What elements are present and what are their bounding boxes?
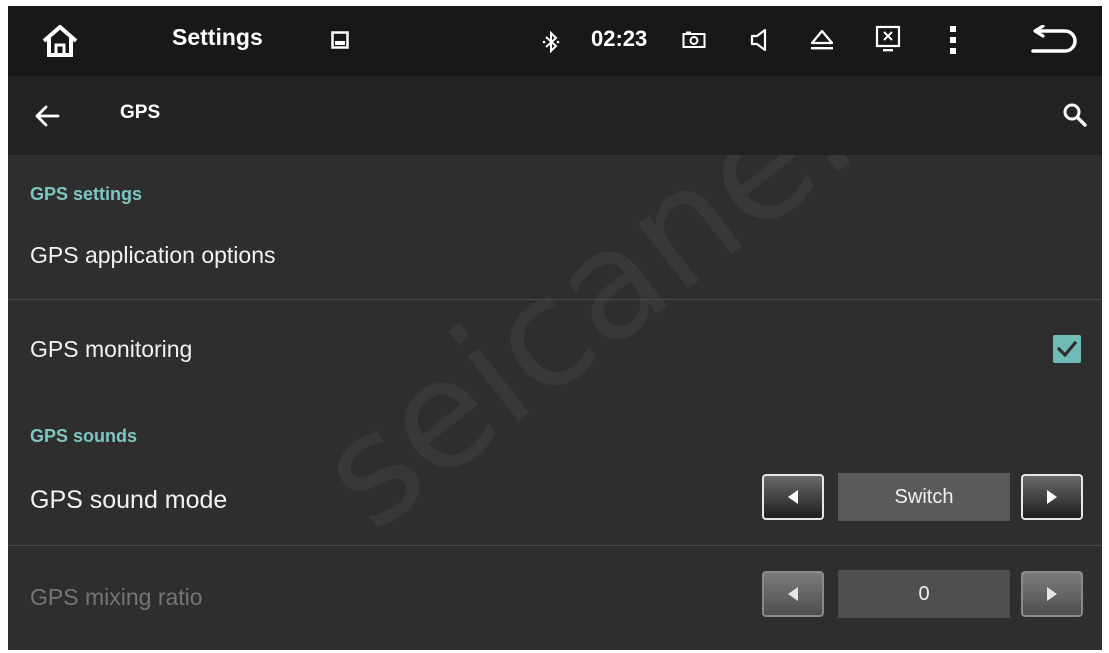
gps-monitoring-checkbox[interactable] (1053, 335, 1081, 363)
check-icon (1057, 341, 1077, 357)
more-vert-icon[interactable] (946, 24, 960, 56)
clock: 02:23 (591, 26, 648, 51)
sound-mode-next-button[interactable] (1021, 474, 1083, 520)
gps-monitoring-label[interactable]: GPS monitoring (30, 336, 192, 363)
search-icon[interactable] (1060, 100, 1090, 130)
triangle-right-icon (1047, 490, 1057, 504)
mixing-ratio-next-button[interactable] (1021, 571, 1083, 617)
section-header-gps-sounds: GPS sounds (30, 426, 138, 446)
back-return-icon[interactable] (1028, 24, 1080, 58)
back-arrow-icon[interactable] (32, 102, 62, 130)
gps-application-options-item[interactable]: GPS application options (30, 242, 276, 269)
eject-icon[interactable] (807, 26, 837, 54)
divider (8, 545, 1102, 546)
page-title: GPS (120, 102, 161, 123)
home-icon[interactable] (38, 20, 82, 62)
section-header-gps-settings: GPS settings (30, 184, 143, 204)
screen: seicane.com Settings 02:23 GPS GPS setti… (8, 6, 1102, 650)
sound-mode-value: Switch (838, 473, 1010, 521)
camera-icon[interactable] (682, 30, 706, 50)
triangle-left-icon (788, 587, 798, 601)
status-bar: Settings 02:23 (8, 6, 1102, 76)
sound-mode-prev-button[interactable] (762, 474, 824, 520)
triangle-left-icon (788, 490, 798, 504)
bluetooth-icon (540, 30, 562, 54)
gallery-icon (330, 30, 350, 50)
gps-sound-mode-label: GPS sound mode (30, 486, 228, 514)
gps-mixing-ratio-label: GPS mixing ratio (30, 584, 203, 610)
divider (8, 299, 1102, 300)
close-window-icon[interactable] (874, 24, 902, 54)
volume-icon[interactable] (747, 26, 773, 54)
mixing-ratio-prev-button[interactable] (762, 571, 824, 617)
status-bar-title: Settings (172, 24, 263, 50)
mixing-ratio-value: 0 (838, 570, 1010, 618)
triangle-right-icon (1047, 587, 1057, 601)
app-bar: GPS (8, 76, 1102, 155)
